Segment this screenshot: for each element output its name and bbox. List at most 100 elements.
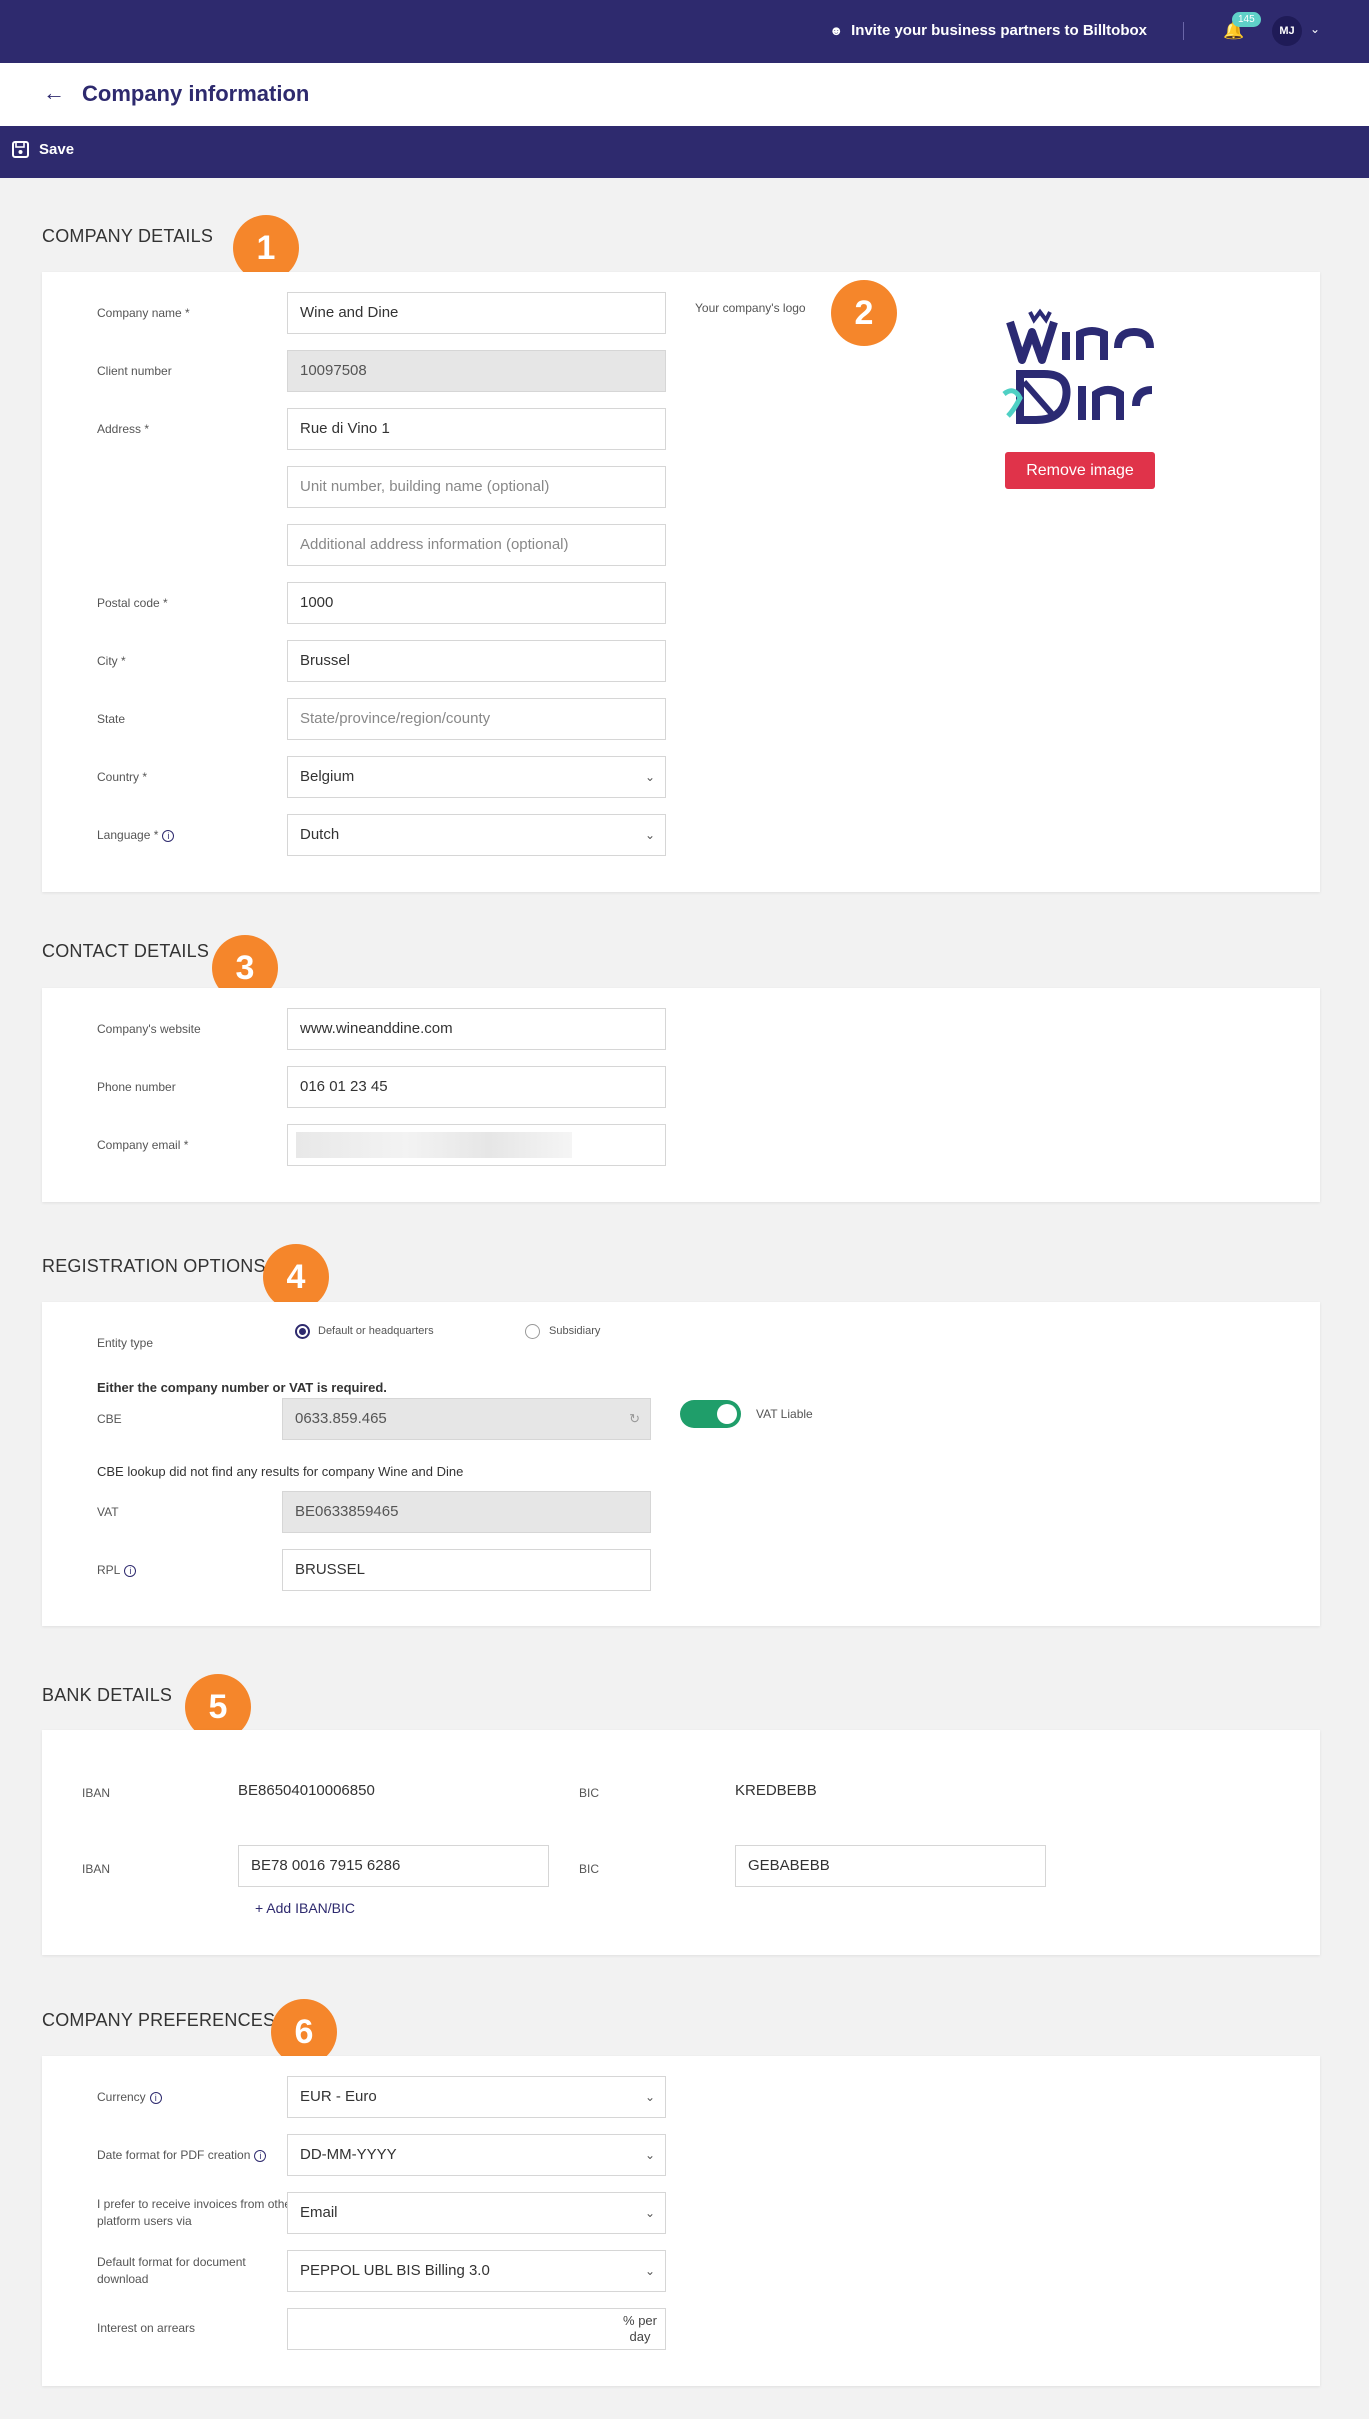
step-marker-2: 2 bbox=[831, 280, 897, 346]
country-label: Country * bbox=[97, 770, 148, 784]
client-number-label: Client number bbox=[97, 364, 172, 378]
avatar[interactable]: MJ bbox=[1272, 16, 1302, 46]
chevron-down-icon: ⌄ bbox=[644, 2090, 655, 2104]
download-format-value: PEPPOL UBL BIS Billing 3.0 bbox=[300, 2262, 490, 2279]
bic-label: BIC bbox=[579, 1862, 600, 1876]
subsidiary-label: Subsidiary bbox=[549, 1325, 601, 1337]
phone-field[interactable]: 016 01 23 45 bbox=[287, 1066, 666, 1108]
client-number-field: 10097508 bbox=[287, 350, 666, 392]
info-icon[interactable]: i bbox=[149, 2091, 162, 2104]
info-icon[interactable]: i bbox=[254, 2149, 267, 2162]
language-label: Language * bbox=[97, 828, 159, 842]
topbar-divider bbox=[1183, 22, 1184, 40]
cbe-label: CBE bbox=[97, 1412, 122, 1426]
address-field[interactable]: Rue di Vino 1 bbox=[287, 408, 666, 450]
bic-label: BIC bbox=[579, 1786, 600, 1800]
receive-invoices-select[interactable]: Email ⌄ bbox=[287, 2192, 666, 2234]
page-header: ← Company information bbox=[0, 63, 1369, 126]
interest-unit: % per day bbox=[623, 2313, 657, 2345]
language-label-wrap: Language * i bbox=[97, 828, 175, 842]
add-iban-bic-link[interactable]: + Add IBAN/BIC bbox=[255, 1900, 355, 1916]
chevron-down-icon[interactable]: ⌄ bbox=[1310, 22, 1320, 36]
chevron-down-icon: ⌄ bbox=[644, 2206, 655, 2220]
vat-label: VAT bbox=[97, 1505, 119, 1519]
date-format-value: DD-MM-YYYY bbox=[300, 2146, 397, 2163]
remove-image-button[interactable]: Remove image bbox=[1005, 452, 1155, 489]
phone-label: Phone number bbox=[97, 1080, 176, 1094]
rpl-label-wrap: RPL i bbox=[97, 1563, 137, 1577]
date-format-label: Date format for PDF creation bbox=[97, 2148, 251, 2162]
email-label: Company email * bbox=[97, 1138, 189, 1152]
step-marker-4: 4 bbox=[263, 1244, 329, 1310]
default-headquarters-label: Default or headquarters bbox=[318, 1325, 434, 1337]
website-field[interactable]: www.wineanddine.com bbox=[287, 1008, 666, 1050]
company-preferences-title: COMPANY PREFERENCES bbox=[42, 2010, 276, 2030]
download-format-label: Default format for document download bbox=[97, 2254, 246, 2288]
save-button[interactable]: Save bbox=[12, 141, 74, 158]
page-title: Company information bbox=[82, 81, 310, 106]
country-select[interactable]: Belgium ⌄ bbox=[287, 756, 666, 798]
interest-field[interactable]: % per day bbox=[287, 2308, 666, 2350]
invite-partners-link[interactable]: ☻ Invite your business partners to Billt… bbox=[829, 22, 1147, 39]
people-icon: ☻ bbox=[829, 23, 844, 38]
bic-value: KREDBEBB bbox=[735, 1782, 817, 1799]
interest-unit-line1: % per bbox=[623, 2313, 657, 2328]
address-line3-field[interactable]: Additional address information (optional… bbox=[287, 524, 666, 566]
info-icon[interactable]: i bbox=[124, 1564, 137, 1577]
download-format-label-line2: download bbox=[97, 2272, 149, 2286]
entity-type-label: Entity type bbox=[97, 1336, 154, 1350]
rpl-field[interactable]: BRUSSEL bbox=[282, 1549, 651, 1591]
company-details-title: COMPANY DETAILS bbox=[42, 226, 214, 246]
currency-select[interactable]: EUR - Euro ⌄ bbox=[287, 2076, 666, 2118]
company-name-field[interactable]: Wine and Dine bbox=[287, 292, 666, 334]
state-field[interactable]: State/province/region/county bbox=[287, 698, 666, 740]
chevron-down-icon: ⌄ bbox=[644, 828, 655, 842]
website-label: Company's website bbox=[97, 1022, 201, 1036]
required-note: Either the company number or VAT is requ… bbox=[97, 1380, 387, 1395]
contact-details-title: CONTACT DETAILS bbox=[42, 941, 210, 961]
cbe-value: 0633.859.465 bbox=[295, 1410, 387, 1427]
radio-default-headquarters[interactable] bbox=[295, 1324, 310, 1339]
save-label: Save bbox=[39, 141, 75, 158]
floppy-disk-icon bbox=[12, 141, 29, 158]
download-format-select[interactable]: PEPPOL UBL BIS Billing 3.0 ⌄ bbox=[287, 2250, 666, 2292]
company-name-label: Company name * bbox=[97, 306, 190, 320]
company-logo-image bbox=[1002, 308, 1154, 424]
info-icon[interactable]: i bbox=[162, 829, 175, 842]
refresh-icon[interactable]: ↻ bbox=[629, 1399, 640, 1439]
city-label: City * bbox=[97, 654, 126, 668]
date-format-select[interactable]: DD-MM-YYYY ⌄ bbox=[287, 2134, 666, 2176]
vat-field: BE0633859465 bbox=[282, 1491, 651, 1533]
rpl-label: RPL bbox=[97, 1563, 121, 1577]
vat-liable-toggle[interactable] bbox=[680, 1400, 741, 1428]
currency-value: EUR - Euro bbox=[300, 2088, 377, 2105]
country-value: Belgium bbox=[300, 768, 355, 785]
bank-details-card bbox=[42, 1730, 1320, 1955]
language-select[interactable]: Dutch ⌄ bbox=[287, 814, 666, 856]
chevron-down-icon: ⌄ bbox=[644, 770, 655, 784]
chevron-down-icon: ⌄ bbox=[644, 2148, 655, 2162]
radio-subsidiary[interactable] bbox=[525, 1324, 540, 1339]
address-line2-field[interactable]: Unit number, building name (optional) bbox=[287, 466, 666, 508]
back-arrow-icon[interactable]: ← bbox=[43, 80, 65, 106]
notification-badge: 145 bbox=[1232, 12, 1261, 27]
city-field[interactable]: Brussel bbox=[287, 640, 666, 682]
date-format-label-wrap: Date format for PDF creation i bbox=[97, 2148, 267, 2162]
contact-details-card bbox=[42, 988, 1320, 1202]
redacted-email bbox=[296, 1132, 572, 1158]
address-label: Address * bbox=[97, 422, 150, 436]
bic-field[interactable]: GEBABEBB bbox=[735, 1845, 1046, 1887]
receive-invoices-label-line2: platform users via bbox=[97, 2214, 192, 2228]
postal-code-label: Postal code * bbox=[97, 596, 168, 610]
iban-field[interactable]: BE78 0016 7915 6286 bbox=[238, 1845, 549, 1887]
invite-partners-label: Invite your business partners to Billtob… bbox=[851, 22, 1147, 39]
receive-invoices-label: I prefer to receive invoices from other … bbox=[97, 2196, 295, 2230]
interest-label: Interest on arrears bbox=[97, 2321, 196, 2335]
bank-details-title: BANK DETAILS bbox=[42, 1685, 173, 1705]
iban-label: IBAN bbox=[82, 1862, 111, 1876]
postal-code-field[interactable]: 1000 bbox=[287, 582, 666, 624]
top-navigation-bar: ☻ Invite your business partners to Billt… bbox=[0, 0, 1369, 63]
cbe-field[interactable]: 0633.859.465 ↻ bbox=[282, 1398, 651, 1440]
action-toolbar: Save bbox=[0, 126, 1369, 178]
iban-label: IBAN bbox=[82, 1786, 111, 1800]
